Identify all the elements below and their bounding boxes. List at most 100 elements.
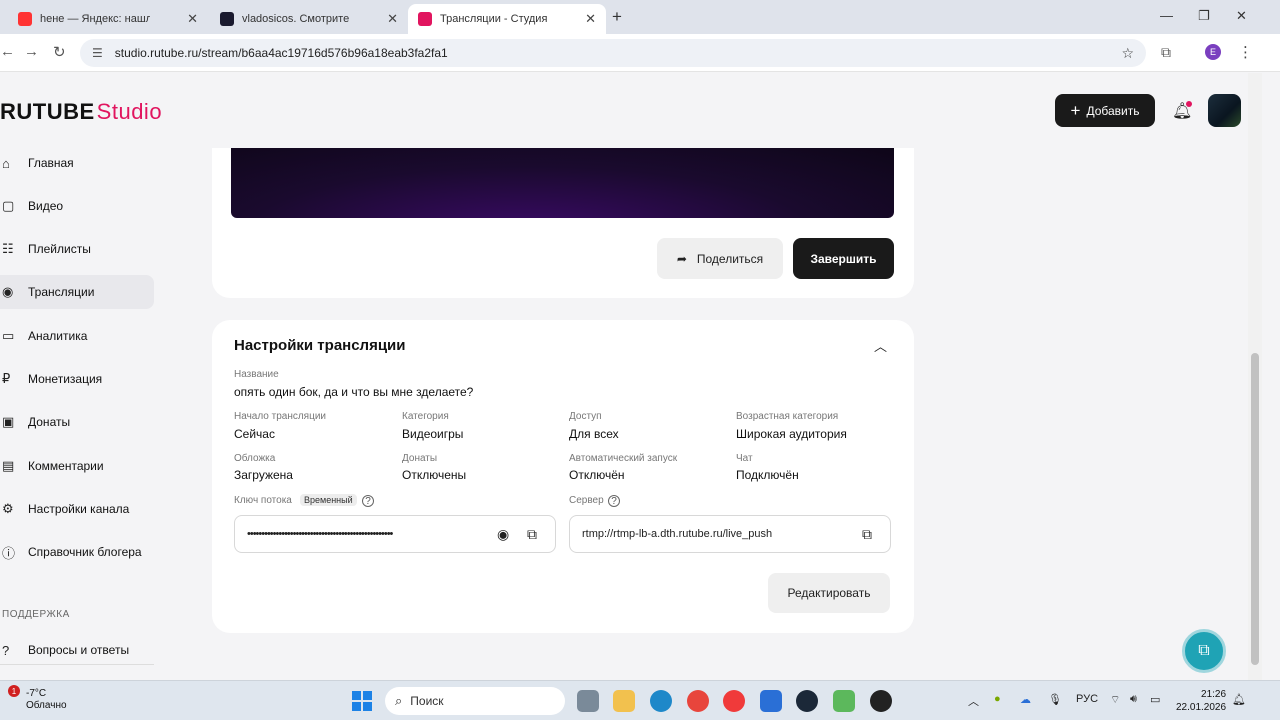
obs-icon[interactable]: [870, 690, 892, 712]
chrome-icon[interactable]: [687, 690, 709, 712]
help-icon[interactable]: ?: [362, 495, 374, 507]
clock-date: 22.01.2026: [1176, 702, 1227, 713]
sidebar-item-faq[interactable]: ? Вопросы и ответы: [0, 633, 154, 667]
add-button[interactable]: + Добавить: [1055, 94, 1155, 127]
scrollbar-thumb[interactable]: [1251, 353, 1259, 665]
server-field[interactable]: rtmp://rtmp-lb-a.dth.rutube.ru/live_push…: [569, 515, 891, 553]
windows-start-icon[interactable]: [352, 691, 372, 711]
close-icon[interactable]: ✕: [387, 11, 398, 27]
rutube-studio-logo[interactable]: RUTUBEStudio: [0, 99, 162, 125]
tray-app-icon[interactable]: ●: [994, 693, 1001, 705]
sidebar-item-blogger-guide[interactable]: ⓘ Справочник блогера: [0, 535, 154, 569]
stream-key-value: ••••••••••••••••••••••••••••••••••••••••…: [247, 528, 393, 540]
sidebar-item-analytics[interactable]: ▭ Аналитика: [0, 319, 154, 353]
system-clock[interactable]: 21:26 22.01.2026: [1176, 688, 1226, 714]
chevron-up-icon[interactable]: ︿: [874, 336, 887, 355]
weather-desc: Облачно: [26, 700, 67, 711]
task-view-icon[interactable]: [577, 690, 599, 712]
file-explorer-icon[interactable]: [613, 690, 635, 712]
sidebar-item-monetization[interactable]: ₽ Монетизация: [0, 362, 154, 396]
end-stream-button[interactable]: Завершить: [793, 238, 894, 279]
volume-icon[interactable]: 🔊︎: [1130, 693, 1137, 706]
access-value: Для всех: [569, 427, 619, 441]
onedrive-icon[interactable]: ☁: [1020, 693, 1031, 706]
stream-player[interactable]: [231, 148, 894, 218]
browser-menu-icon[interactable]: ⋮: [1238, 43, 1253, 61]
site-info-icon[interactable]: ☰: [92, 46, 103, 60]
close-icon[interactable]: ✕: [585, 11, 596, 27]
share-button[interactable]: ➦ Поделиться: [657, 238, 783, 279]
restore-icon[interactable]: ❐: [1198, 8, 1210, 24]
forward-icon[interactable]: →: [24, 43, 39, 60]
sidebar-item-channel-settings[interactable]: ⚙ Настройки канала: [0, 492, 154, 526]
sidebar-item-label: Вопросы и ответы: [28, 643, 130, 657]
stream-settings-card: Настройки трансляции ︿ Название опять од…: [212, 320, 914, 633]
language-indicator[interactable]: РУС: [1076, 693, 1098, 705]
new-tab-icon[interactable]: +: [612, 7, 622, 27]
taskbar-search[interactable]: ⌕ Поиск: [385, 687, 565, 715]
stream-key-field[interactable]: ••••••••••••••••••••••••••••••••••••••••…: [234, 515, 556, 553]
wifi-icon[interactable]: ⌔: [1110, 693, 1120, 707]
minimize-icon[interactable]: —: [1160, 8, 1173, 23]
chat-label: Чат: [736, 453, 753, 464]
microphone-icon[interactable]: 🎙︎: [1048, 693, 1062, 706]
browser-tab-vladosicos[interactable]: vladosicos. Смотрите видео о ✕: [210, 4, 408, 34]
edge-icon[interactable]: [650, 690, 672, 712]
sidebar-item-streams[interactable]: ◉ Трансляции: [0, 275, 154, 309]
weather-widget[interactable]: -7°C Облачно: [26, 688, 67, 712]
close-icon[interactable]: ✕: [187, 11, 198, 27]
sidebar-item-donations[interactable]: ▣ Донаты: [0, 405, 154, 439]
profile-avatar[interactable]: E: [1205, 44, 1221, 60]
gift-icon: ▣: [2, 414, 15, 429]
battery-icon[interactable]: ▭: [1150, 693, 1160, 706]
share-icon: ➦: [676, 251, 687, 266]
info-icon: ⓘ: [2, 545, 16, 561]
analytics-icon: ▭: [2, 328, 15, 343]
window-close-icon[interactable]: ✕: [1236, 8, 1247, 24]
tray-chevron-up-icon[interactable]: ︿: [968, 693, 979, 709]
back-icon[interactable]: ←: [0, 43, 15, 60]
steam-icon[interactable]: [796, 690, 818, 712]
minecraft-icon[interactable]: [833, 690, 855, 712]
bookmark-star-icon[interactable]: ☆: [1121, 45, 1134, 62]
section-title: Настройки трансляции: [234, 337, 406, 354]
notification-center-icon[interactable]: 🔔︎: [1232, 693, 1246, 706]
sidebar-item-label: Донаты: [28, 415, 71, 429]
sidebar-item-playlists[interactable]: ☷ Плейлисты: [0, 232, 154, 266]
sidebar-item-label: Главная: [28, 156, 74, 170]
start-label: Начало трансляции: [234, 411, 326, 422]
playlist-icon: ☷: [2, 241, 14, 256]
name-label: Название: [234, 369, 279, 380]
category-label: Категория: [402, 411, 449, 422]
edit-button[interactable]: Редактировать: [768, 573, 890, 613]
eye-icon[interactable]: ◉: [497, 526, 509, 543]
address-bar[interactable]: ☰ studio.rutube.ru/stream/b6aa4ac19716d5…: [80, 39, 1146, 67]
support-chat-button[interactable]: ⧉: [1182, 629, 1226, 673]
edit-button-label: Редактировать: [787, 586, 871, 600]
page-scrollbar[interactable]: [1248, 73, 1262, 680]
copy-icon[interactable]: ⧉: [527, 526, 537, 543]
plus-icon: +: [1070, 101, 1081, 120]
yandex-browser-icon[interactable]: [723, 690, 745, 712]
sidebar-item-video[interactable]: ▢ Видео: [0, 189, 154, 223]
chat-bubble-icon: ⧉: [1198, 642, 1210, 659]
extensions-icon[interactable]: ⧉: [1161, 44, 1171, 61]
end-stream-button-label: Завершить: [810, 251, 877, 266]
reload-icon[interactable]: ↻: [53, 43, 66, 61]
browser-tab-studio[interactable]: Трансляции - Студия RUTUBE ✕: [408, 4, 606, 34]
copy-icon[interactable]: ⧉: [862, 526, 872, 543]
notification-dot: [1186, 101, 1192, 107]
weather-temp: -7°C: [26, 688, 47, 699]
sidebar-item-comments[interactable]: ▤ Комментарии: [0, 449, 154, 483]
channel-avatar[interactable]: [1208, 94, 1241, 127]
sidebar-item-home[interactable]: ⌂ Главная: [0, 146, 154, 180]
server-value: rtmp://rtmp-lb-a.dth.rutube.ru/live_push: [582, 528, 773, 540]
store-icon[interactable]: [760, 690, 782, 712]
sidebar: ⌂ Главная ▢ Видео ☷ Плейлисты ◉ Трансляц…: [0, 149, 160, 680]
browser-toolbar: ← → ↻ ☰ studio.rutube.ru/stream/b6aa4ac1…: [0, 34, 1280, 72]
search-icon: ⌕: [395, 693, 403, 708]
gear-icon: ⚙: [2, 501, 14, 516]
tab-title: Трансляции - Студия RUTUBE: [440, 13, 550, 25]
help-icon[interactable]: ?: [608, 495, 620, 507]
browser-tab-yandex[interactable]: hене — Яндекс: нашлось 5 ты ✕: [8, 4, 208, 34]
